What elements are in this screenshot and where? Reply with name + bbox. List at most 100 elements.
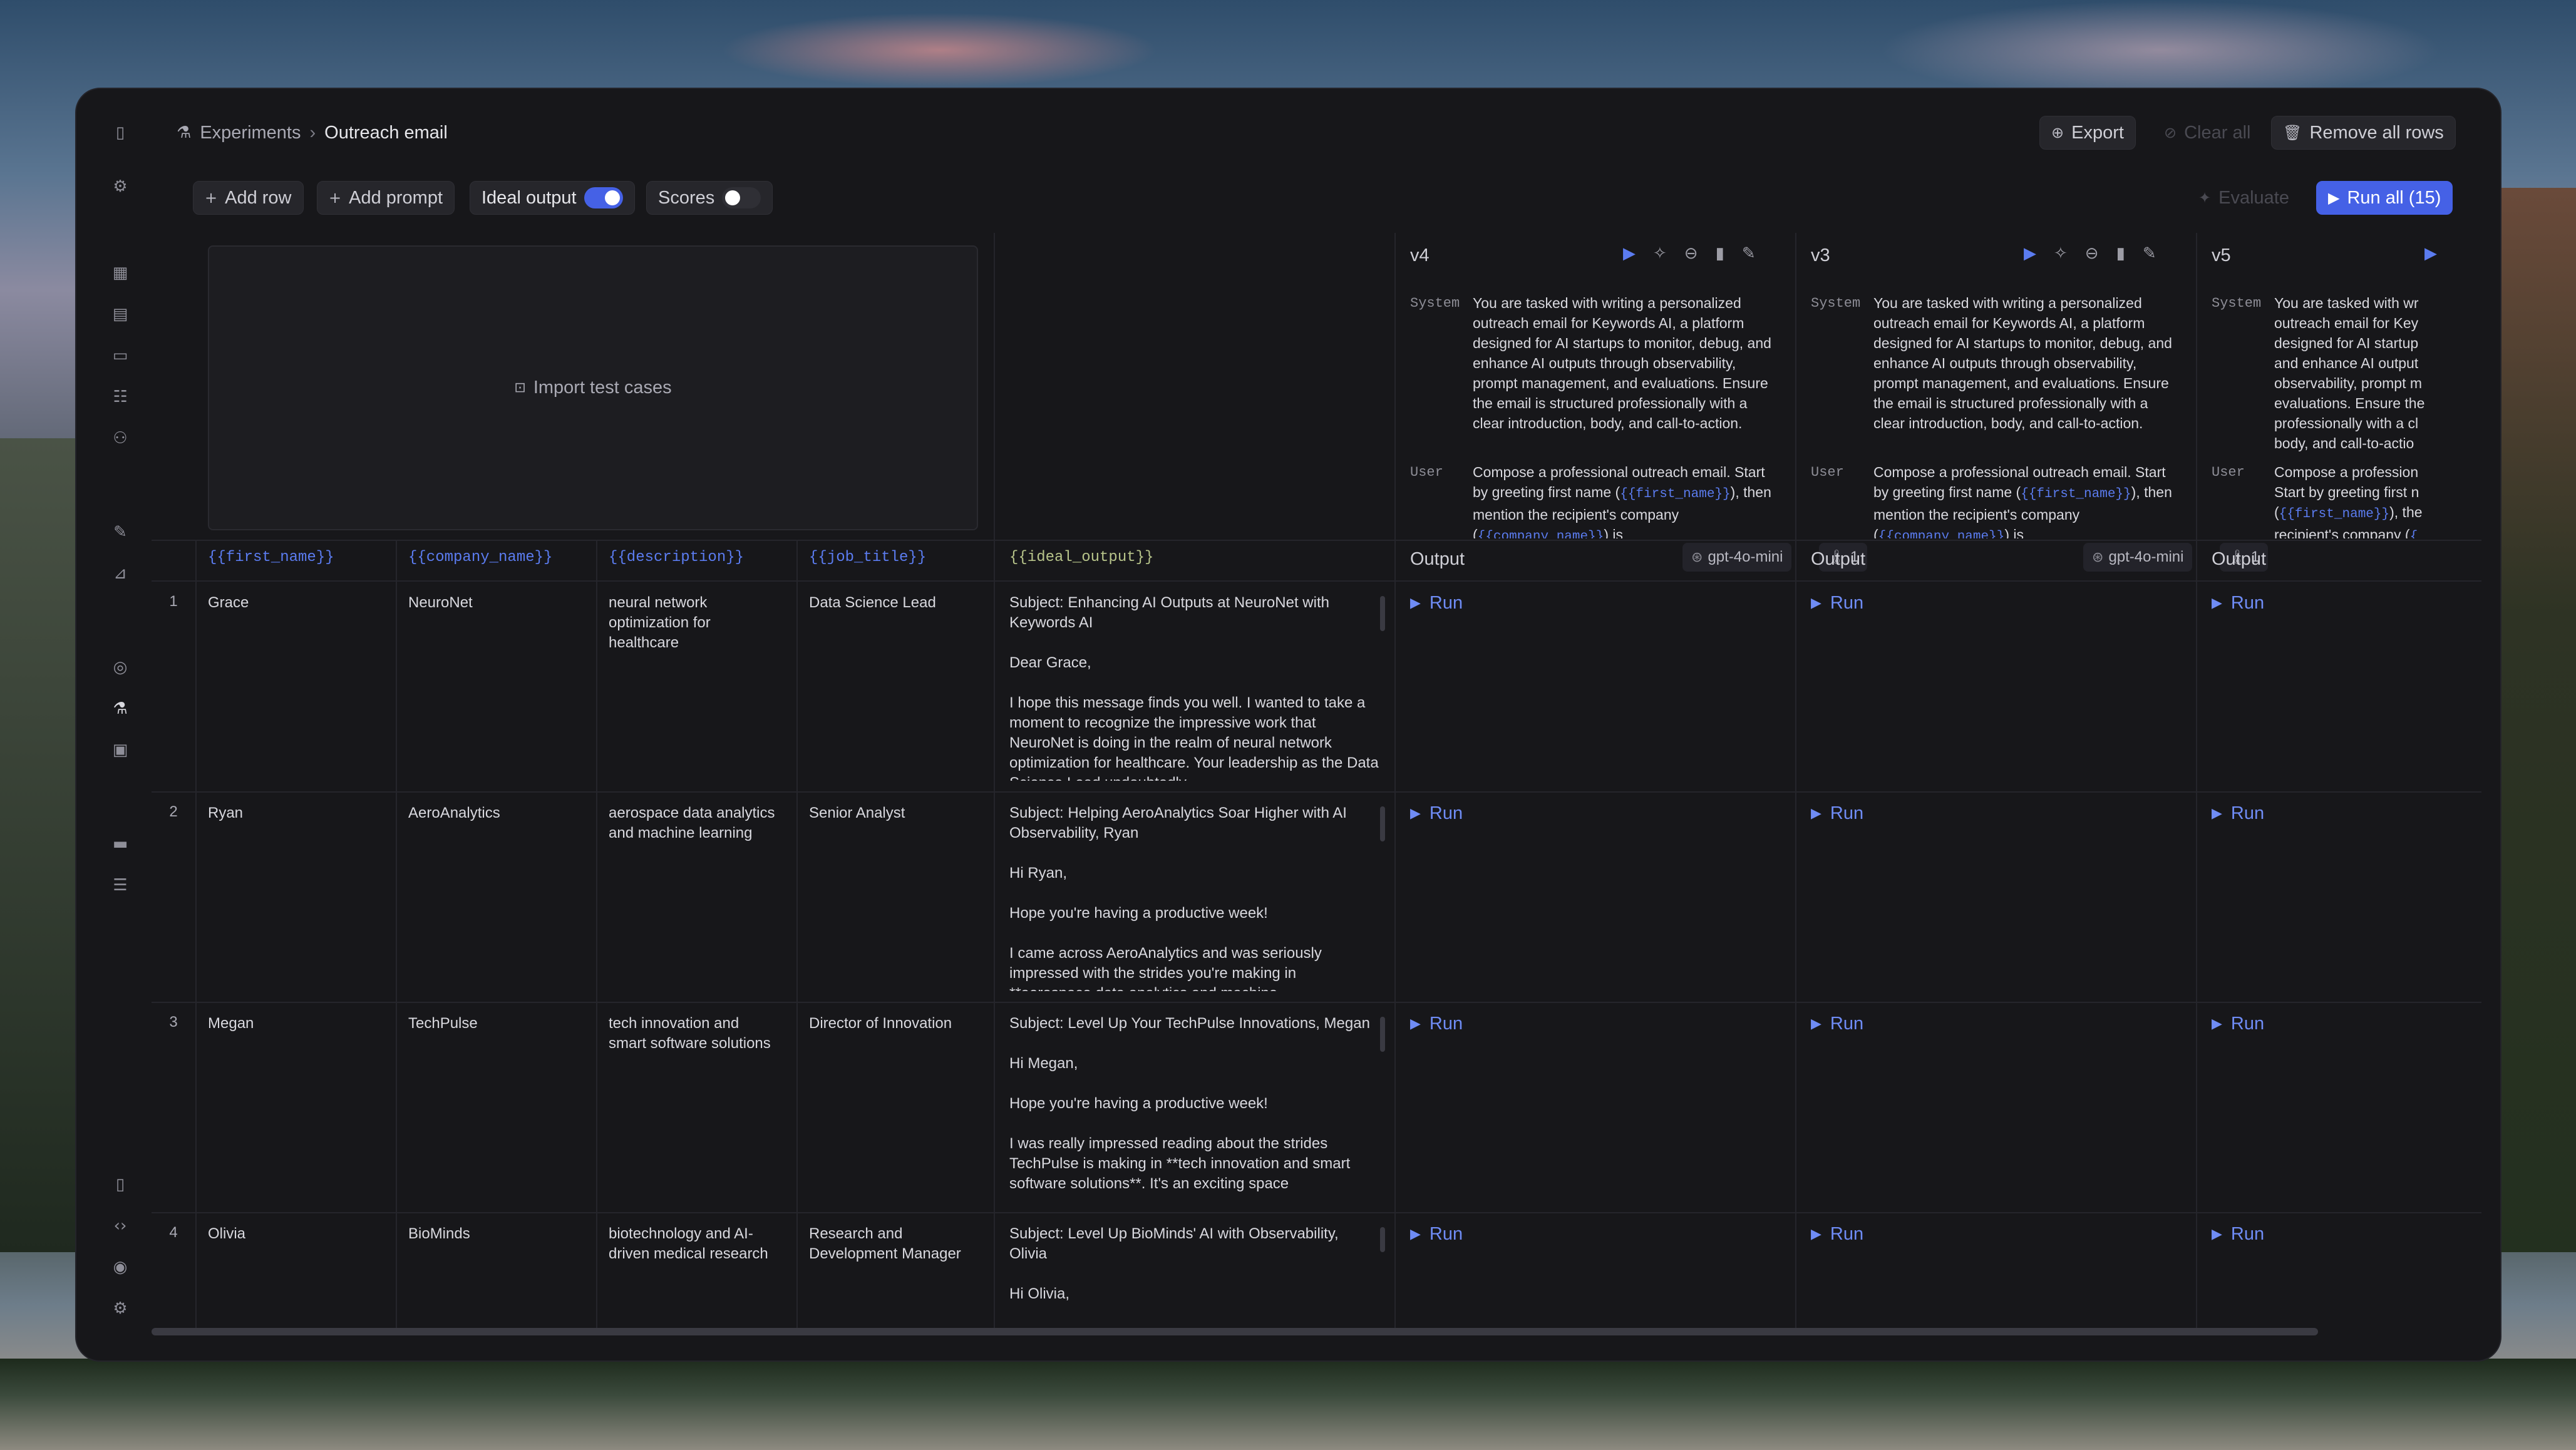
model-selector[interactable]: ⊛ gpt-4o-mini <box>2083 543 2193 572</box>
discord-icon[interactable]: ◉ <box>109 1256 131 1278</box>
magic-wand-icon[interactable]: ✧ <box>2054 244 2068 263</box>
cell-company-name[interactable]: NeuroNet <box>408 593 590 613</box>
users-icon[interactable]: ⚇ <box>109 427 131 450</box>
run-button[interactable]: ▶ Run <box>2212 803 2264 824</box>
pencil-icon[interactable]: ✎ <box>2143 244 2156 263</box>
pencil-icon[interactable]: ✎ <box>1742 244 1756 263</box>
archive-icon[interactable]: ▬ <box>109 833 131 855</box>
gear-icon[interactable]: ⚙ <box>109 175 131 198</box>
evaluate-button[interactable]: ✦ Evaluate <box>2187 181 2301 215</box>
cell-job-title[interactable]: Director of Innovation <box>809 1014 984 1034</box>
code-icon[interactable]: ‹› <box>109 1215 131 1237</box>
cell-description[interactable]: neural network optimization for healthca… <box>609 593 778 653</box>
breadcrumb-current: Outreach email <box>324 122 448 143</box>
cell-ideal-output[interactable]: Subject: Level Up BioMinds' AI with Obse… <box>1009 1224 1379 1312</box>
column-header-job-title[interactable]: {{job_title}} <box>809 549 926 566</box>
add-prompt-button[interactable]: + Add prompt <box>317 181 455 215</box>
system-prompt-text[interactable]: You are tasked with writing a personaliz… <box>1473 293 1780 453</box>
minus-circle-icon[interactable]: ⊖ <box>1684 244 1698 263</box>
column-header-description[interactable]: {{description}} <box>609 549 744 566</box>
cell-job-title[interactable]: Data Science Lead <box>809 593 984 613</box>
column-header-ideal-output[interactable]: {{ideal_output}} <box>1009 549 1153 566</box>
breadcrumb-parent[interactable]: Experiments <box>200 123 301 143</box>
cell-description[interactable]: aerospace data analytics and machine lea… <box>609 803 778 843</box>
cell-first-name[interactable]: Ryan <box>208 803 389 823</box>
chat-icon[interactable]: ▭ <box>109 344 131 367</box>
user-role-label: User <box>1410 465 1443 480</box>
cell-first-name[interactable]: Olivia <box>208 1224 389 1244</box>
pencil-icon[interactable]: ✎ <box>109 521 131 543</box>
user-prompt-text[interactable]: Compose a professional outreach email. S… <box>1873 462 2180 538</box>
column-header-company-name[interactable]: {{company_name}} <box>408 549 552 566</box>
run-button[interactable]: ▶ Run <box>1811 1224 1863 1245</box>
play-icon[interactable]: ▶ <box>2024 244 2036 263</box>
user-prompt-text[interactable]: Compose a professional outreach email. S… <box>1473 462 1780 538</box>
add-row-button[interactable]: + Add row <box>193 181 304 215</box>
flask-icon[interactable]: ⚗ <box>109 697 131 720</box>
grid-line <box>1795 233 1796 1335</box>
run-button[interactable]: ▶ Run <box>1410 593 1463 614</box>
trash-icon[interactable]: ▮ <box>2116 244 2125 263</box>
column-header-first-name[interactable]: {{first_name}} <box>208 549 334 566</box>
list-icon[interactable]: ☰ <box>109 874 131 897</box>
cell-job-title[interactable]: Senior Analyst <box>809 803 984 823</box>
table-icon[interactable]: ▤ <box>109 303 131 326</box>
scroll-indicator[interactable] <box>1380 806 1385 841</box>
chart-icon[interactable]: ⊿ <box>109 562 131 585</box>
remove-all-rows-button[interactable]: 🗑 Remove all rows <box>2271 116 2456 150</box>
cell-ideal-output[interactable]: Subject: Level Up Your TechPulse Innovat… <box>1009 1014 1379 1201</box>
clear-all-button[interactable]: ⊘ Clear all <box>2152 116 2262 150</box>
sidebar-toggle-icon[interactable]: ▯ <box>109 121 131 144</box>
cell-company-name[interactable]: BioMinds <box>408 1224 590 1244</box>
run-button[interactable]: ▶ Run <box>1410 1224 1463 1245</box>
document-icon[interactable]: ▯ <box>109 1173 131 1196</box>
horizontal-scrollbar[interactable] <box>152 1328 2318 1335</box>
run-button[interactable]: ▶ Run <box>1811 1014 1863 1034</box>
scores-toggle[interactable]: Scores <box>646 181 773 215</box>
cell-company-name[interactable]: TechPulse <box>408 1014 590 1034</box>
system-prompt-text[interactable]: You are tasked with wr outreach email fo… <box>2274 293 2443 453</box>
ideal-output-toggle[interactable]: Ideal output <box>470 181 635 215</box>
system-prompt-text[interactable]: You are tasked with writing a personaliz… <box>1873 293 2180 453</box>
run-button[interactable]: ▶ Run <box>2212 1014 2264 1034</box>
cell-description[interactable]: biotechnology and AI-driven medical rese… <box>609 1224 778 1264</box>
import-test-cases-button[interactable]: ⊡ Import test cases <box>208 245 978 530</box>
scroll-indicator[interactable] <box>1380 596 1385 631</box>
cell-ideal-output[interactable]: Subject: Helping AeroAnalytics Soar High… <box>1009 803 1379 991</box>
cell-job-title[interactable]: Research and Development Manager <box>809 1224 984 1264</box>
minus-circle-icon[interactable]: ⊖ <box>2085 244 2099 263</box>
run-button[interactable]: ▶ Run <box>1410 1014 1463 1034</box>
ideal-output-switch[interactable] <box>584 187 623 208</box>
dashboard-icon[interactable]: ▦ <box>109 262 131 284</box>
calendar-icon[interactable]: ▣ <box>109 739 131 761</box>
model-selector[interactable]: ⊛ gpt-4o-mini <box>1682 543 1792 572</box>
model-label: gpt-4o-mini <box>1708 548 1783 565</box>
play-icon: ▶ <box>1811 595 1821 611</box>
run-button[interactable]: ▶ Run <box>1410 803 1463 824</box>
flask-icon: ⚗ <box>177 123 192 142</box>
grid-line <box>796 540 798 1335</box>
cell-first-name[interactable]: Megan <box>208 1014 389 1034</box>
cell-company-name[interactable]: AeroAnalytics <box>408 803 590 823</box>
user-prompt-text[interactable]: Compose a profession Start by greeting f… <box>2274 462 2443 538</box>
run-button[interactable]: ▶ Run <box>1811 593 1863 614</box>
run-button[interactable]: ▶ Run <box>2212 1224 2264 1245</box>
tree-icon[interactable]: ☷ <box>109 386 131 408</box>
scores-switch[interactable] <box>722 187 761 208</box>
trash-icon[interactable]: ▮ <box>1716 244 1724 263</box>
play-icon[interactable]: ▶ <box>2424 244 2437 263</box>
cell-ideal-output[interactable]: Subject: Enhancing AI Outputs at NeuroNe… <box>1009 593 1379 781</box>
play-icon[interactable]: ▶ <box>1623 244 1636 263</box>
run-all-button[interactable]: ▶ Run all (15) <box>2316 181 2453 215</box>
export-button[interactable]: ⊕ Export <box>2039 116 2136 150</box>
grid-line <box>152 580 2481 582</box>
run-button[interactable]: ▶ Run <box>2212 593 2264 614</box>
settings-icon[interactable]: ⚙ <box>109 1297 131 1320</box>
cell-description[interactable]: tech innovation and smart software solut… <box>609 1014 778 1054</box>
run-button[interactable]: ▶ Run <box>1811 803 1863 824</box>
magic-wand-icon[interactable]: ✧ <box>1653 244 1667 263</box>
target-icon[interactable]: ◎ <box>109 656 131 679</box>
cell-first-name[interactable]: Grace <box>208 593 389 613</box>
scroll-indicator[interactable] <box>1380 1017 1385 1052</box>
scroll-indicator[interactable] <box>1380 1227 1385 1252</box>
